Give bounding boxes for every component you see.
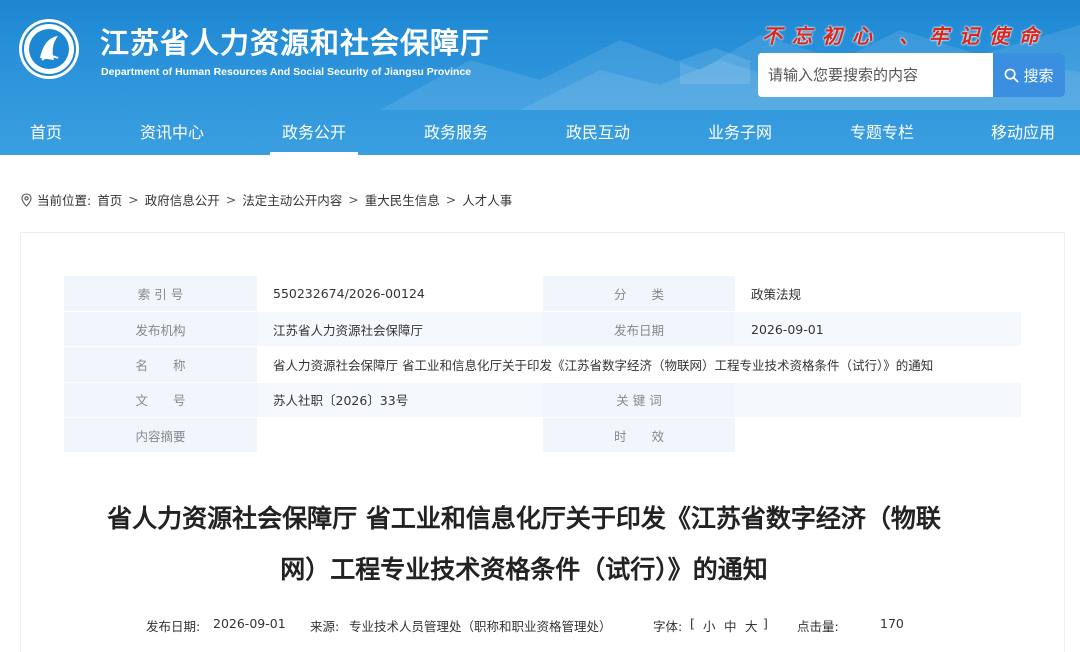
table-row: 名 称 省人力资源社会保障厅 省工业和信息化厅关于印发《江苏省数字经济（物联网）… — [64, 346, 1021, 383]
publisher-label: 发布机构 — [64, 311, 257, 348]
nav-item-news[interactable]: 资讯中心 — [140, 110, 204, 155]
source-label: 来源: — [310, 619, 340, 634]
search-box: 搜索 — [758, 53, 1065, 97]
site-subtitle: Department of Human Resources And Social… — [101, 66, 472, 78]
category-value: 政策法规 — [735, 276, 1021, 312]
source-value: 专业技术人员管理处（职称和职业资格管理处） — [349, 619, 612, 634]
index-value: 550232674/2026-00124 — [257, 276, 543, 312]
nav-item-interaction[interactable]: 政民互动 — [566, 110, 630, 155]
name-value: 省人力资源社会保障厅 省工业和信息化厅关于印发《江苏省数字经济（物联网）工程专业… — [257, 346, 1021, 383]
site-header: 江苏省人力资源和社会保障厅 Department of Human Resour… — [0, 0, 1080, 155]
breadcrumb-separator: > — [445, 192, 457, 207]
search-input[interactable] — [758, 53, 993, 97]
document-number-value: 苏人社职〔2026〕33号 — [257, 382, 543, 419]
location-pin-icon — [21, 192, 32, 207]
breadcrumb-separator: > — [128, 192, 139, 207]
table-row: 索 引 号 550232674/2026-00124 分 类 政策法规 — [64, 276, 1021, 312]
breadcrumb-separator: > — [348, 192, 359, 207]
keywords-label: 关 键 词 — [543, 382, 735, 419]
nav-item-special-topics[interactable]: 专题专栏 — [850, 110, 914, 155]
font-size-small-button[interactable]: 小 — [699, 616, 720, 635]
table-row: 文 号 苏人社职〔2026〕33号 关 键 词 — [64, 382, 1021, 419]
breadcrumb: 当前位置: 首页 > 政府信息公开 > 法定主动公开内容 > 重大民生信息 > … — [20, 190, 512, 209]
search-button[interactable]: 搜索 — [993, 53, 1065, 97]
document-title: 省人力资源社会保障厅 省工业和信息化厅关于印发《江苏省数字经济（物联 网）工程专… — [74, 493, 974, 595]
breadcrumb-talent-personnel[interactable]: 人才人事 — [462, 190, 512, 209]
document-title-line-2: 网）工程专业技术资格条件（试行）》的通知 — [280, 555, 768, 584]
publish-date-meta-value: 2026-09-01 — [213, 616, 286, 631]
font-size-bracket-open: [ — [690, 616, 695, 631]
validity-value — [735, 417, 1021, 454]
nav-item-business-sites[interactable]: 业务子网 — [708, 110, 772, 155]
font-size-medium-button[interactable]: 中 — [720, 616, 741, 635]
document-title-line-1: 省人力资源社会保障厅 省工业和信息化厅关于印发《江苏省数字经济（物联 — [107, 504, 941, 533]
nav-item-mobile-apps[interactable]: 移动应用 — [991, 110, 1055, 155]
search-icon — [1005, 68, 1019, 82]
publish-date-meta-label: 发布日期: — [146, 619, 201, 634]
jiangsu-hrss-logo[interactable] — [18, 18, 80, 80]
font-size-label: 字体: — [653, 619, 683, 634]
breadcrumb-home[interactable]: 首页 — [97, 190, 122, 209]
main-nav: 首页 资讯中心 政务公开 政务服务 政民互动 业务子网 专题专栏 移动应用 — [0, 110, 1080, 155]
search-button-label: 搜索 — [1023, 66, 1054, 85]
breadcrumb-prefix: 当前位置: — [37, 193, 92, 208]
nav-item-gov-affairs-public[interactable]: 政务公开 — [270, 110, 358, 155]
publisher-value: 江苏省人力资源社会保障厅 — [257, 311, 543, 348]
category-label: 分 类 — [543, 276, 735, 312]
breadcrumb-statutory-content[interactable]: 法定主动公开内容 — [242, 190, 342, 209]
breadcrumb-major-livelihood[interactable]: 重大民生信息 — [365, 190, 440, 209]
nav-item-home[interactable]: 首页 — [30, 110, 62, 155]
table-row: 内容摘要 时 效 — [64, 417, 1021, 454]
font-size-bracket-close: ] — [763, 616, 768, 631]
breadcrumb-separator: > — [225, 192, 237, 207]
document-number-label: 文 号 — [64, 382, 257, 419]
nav-item-gov-services[interactable]: 政务服务 — [424, 110, 488, 155]
header-slogan: 不忘初心 、牢记使命 — [762, 24, 1049, 48]
validity-label: 时 效 — [543, 417, 735, 454]
summary-value — [257, 417, 543, 454]
table-row: 发布机构 江苏省人力资源社会保障厅 发布日期 2026-09-01 — [64, 311, 1021, 348]
breadcrumb-gov-info-public[interactable]: 政府信息公开 — [145, 190, 220, 209]
document-metadata-table: 索 引 号 550232674/2026-00124 分 类 政策法规 发布机构… — [64, 276, 1021, 454]
click-count-label: 点击量: — [797, 619, 839, 634]
publish-date-label: 发布日期 — [543, 311, 735, 348]
font-size-large-button[interactable]: 大 — [741, 616, 762, 635]
name-label: 名 称 — [64, 346, 257, 383]
summary-label: 内容摘要 — [64, 417, 257, 454]
index-label: 索 引 号 — [64, 276, 257, 312]
site-title: 江苏省人力资源和社会保障厅 — [100, 26, 491, 60]
publish-date-value: 2026-09-01 — [735, 311, 1021, 348]
click-count-value: 170 — [880, 616, 904, 631]
keywords-value — [735, 382, 1021, 419]
